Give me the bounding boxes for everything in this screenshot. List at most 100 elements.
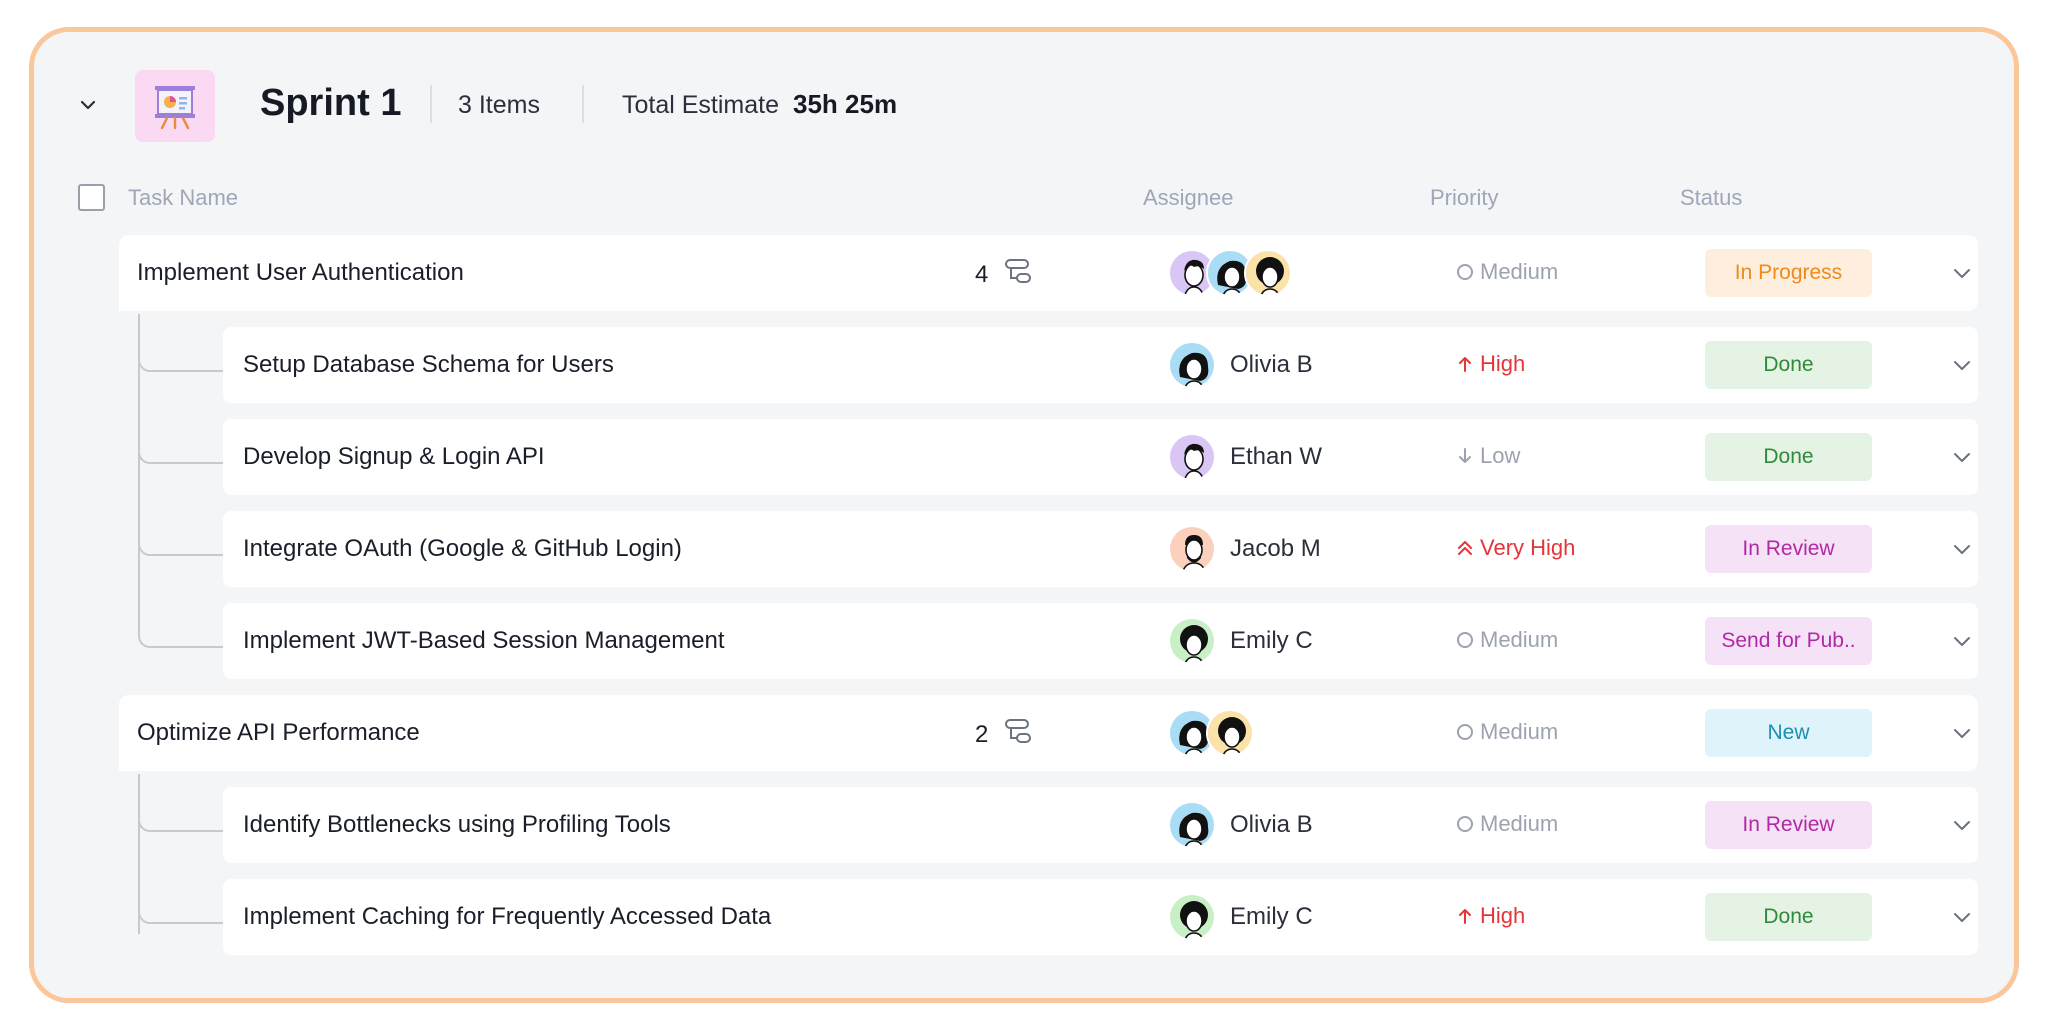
status-badge[interactable]: In Review	[1705, 525, 1872, 573]
avatar	[1206, 709, 1254, 757]
avatar	[1168, 801, 1216, 849]
chevron-down-icon[interactable]	[1951, 538, 1973, 560]
chevron-down-icon[interactable]	[1951, 262, 1973, 284]
task-name[interactable]: Integrate OAuth (Google & GitHub Login)	[243, 535, 682, 563]
avatar	[1168, 341, 1216, 389]
subtask-count: 2	[975, 721, 989, 748]
arrow-down-icon	[1459, 448, 1471, 463]
subtask-row[interactable]: Integrate OAuth (Google & GitHub Login) …	[223, 511, 1978, 587]
tree-connector	[138, 792, 224, 832]
priority-high[interactable]: High	[1456, 903, 1525, 929]
status-badge[interactable]: New	[1705, 709, 1872, 757]
assignee-name: Emily C	[1230, 903, 1313, 930]
assignee-avatars[interactable]	[1168, 525, 1216, 573]
task-name[interactable]: Setup Database Schema for Users	[243, 351, 614, 379]
priority-label: Medium	[1480, 719, 1559, 744]
tree-connector	[138, 332, 224, 372]
status-badge[interactable]: Send for Pub..	[1705, 617, 1872, 665]
status-badge[interactable]: Done	[1705, 341, 1872, 389]
subtask-icon[interactable]	[1003, 257, 1033, 287]
chevron-down-icon[interactable]	[1951, 814, 1973, 836]
priority-very-high[interactable]: Very High	[1456, 535, 1575, 561]
column-header-task-name[interactable]: Task Name	[128, 185, 238, 211]
double-chevron-up-icon	[1458, 541, 1472, 555]
avatar	[1168, 525, 1216, 573]
task-name[interactable]: Optimize API Performance	[137, 719, 420, 747]
priority-high[interactable]: High	[1456, 351, 1525, 377]
presentation-board-icon	[155, 86, 195, 130]
assignee-avatars[interactable]	[1168, 617, 1216, 665]
assignee-avatars[interactable]	[1168, 709, 1254, 757]
task-name[interactable]: Implement User Authentication	[137, 259, 464, 287]
priority-label: High	[1480, 903, 1526, 928]
assignee-avatars[interactable]	[1168, 341, 1216, 389]
estimate-value: 35h 25m	[793, 89, 898, 119]
sprint-icon	[135, 70, 215, 142]
priority-label: Medium	[1480, 627, 1559, 652]
column-header-assignee[interactable]: Assignee	[1143, 185, 1234, 211]
priority-medium[interactable]: Medium	[1456, 259, 1558, 285]
tree-connector	[138, 608, 224, 648]
status-badge[interactable]: In Progress	[1705, 249, 1872, 297]
task-row[interactable]: Implement User Authentication 4 Medium I…	[119, 235, 1978, 311]
arrow-up-icon	[1459, 909, 1471, 924]
assignee-avatars[interactable]	[1168, 249, 1292, 297]
avatar	[1168, 617, 1216, 665]
priority-label: High	[1480, 351, 1526, 376]
status-badge[interactable]: In Review	[1705, 801, 1872, 849]
tree-connector	[138, 884, 224, 924]
task-name[interactable]: Develop Signup & Login API	[243, 443, 545, 471]
priority-label: Medium	[1480, 811, 1559, 836]
chevron-down-icon[interactable]	[1951, 354, 1973, 376]
subtask-row[interactable]: Implement Caching for Frequently Accesse…	[223, 879, 1978, 955]
chevron-down-icon[interactable]	[1951, 906, 1973, 928]
subtask-row[interactable]: Develop Signup & Login API Ethan W Low D…	[223, 419, 1978, 495]
assignee-name: Ethan W	[1230, 443, 1323, 470]
avatar	[1168, 893, 1216, 941]
column-header-status[interactable]: Status	[1680, 185, 1742, 211]
subtask-row[interactable]: Implement JWT-Based Session Management E…	[223, 603, 1978, 679]
priority-low[interactable]: Low	[1456, 443, 1520, 469]
sprint-card: Sprint 1 3 Items Total Estimate 35h 25m …	[29, 27, 2019, 1003]
circle-outline-icon	[1457, 264, 1473, 280]
tree-connector	[138, 424, 224, 464]
header-divider	[582, 85, 584, 123]
status-badge[interactable]: Done	[1705, 893, 1872, 941]
priority-medium[interactable]: Medium	[1456, 719, 1558, 745]
estimate-label: Total Estimate	[622, 91, 780, 119]
select-all-checkbox[interactable]	[78, 184, 105, 211]
circle-outline-icon	[1457, 632, 1473, 648]
priority-medium[interactable]: Medium	[1456, 627, 1558, 653]
chevron-down-icon[interactable]	[1951, 446, 1973, 468]
circle-outline-icon	[1457, 816, 1473, 832]
column-header-priority[interactable]: Priority	[1430, 185, 1498, 211]
task-row[interactable]: Optimize API Performance 2 Medium New	[119, 695, 1978, 771]
assignee-name: Emily C	[1230, 627, 1313, 654]
assignee-avatars[interactable]	[1168, 801, 1216, 849]
avatar	[1168, 433, 1216, 481]
header-divider	[430, 85, 432, 123]
assignee-avatars[interactable]	[1168, 433, 1216, 481]
subtask-row[interactable]: Identify Bottlenecks using Profiling Too…	[223, 787, 1978, 863]
priority-medium[interactable]: Medium	[1456, 811, 1558, 837]
circle-outline-icon	[1457, 724, 1473, 740]
priority-label: Medium	[1480, 259, 1559, 284]
task-name[interactable]: Implement Caching for Frequently Accesse…	[243, 903, 771, 931]
items-count: 3 Items	[458, 91, 540, 119]
sprint-title: Sprint 1	[260, 82, 402, 124]
chevron-down-icon[interactable]	[77, 94, 99, 116]
assignee-name: Olivia B	[1230, 351, 1313, 378]
tree-connector	[138, 516, 224, 556]
assignee-avatars[interactable]	[1168, 893, 1216, 941]
task-name[interactable]: Identify Bottlenecks using Profiling Too…	[243, 811, 671, 839]
subtask-row[interactable]: Setup Database Schema for Users Olivia B…	[223, 327, 1978, 403]
chevron-down-icon[interactable]	[1951, 630, 1973, 652]
subtask-icon[interactable]	[1003, 717, 1033, 747]
task-name[interactable]: Implement JWT-Based Session Management	[243, 627, 725, 655]
priority-label: Low	[1480, 443, 1521, 468]
status-badge[interactable]: Done	[1705, 433, 1872, 481]
avatar	[1244, 249, 1292, 297]
chevron-down-icon[interactable]	[1951, 722, 1973, 744]
priority-label: Very High	[1480, 535, 1576, 560]
assignee-name: Jacob M	[1230, 535, 1321, 562]
